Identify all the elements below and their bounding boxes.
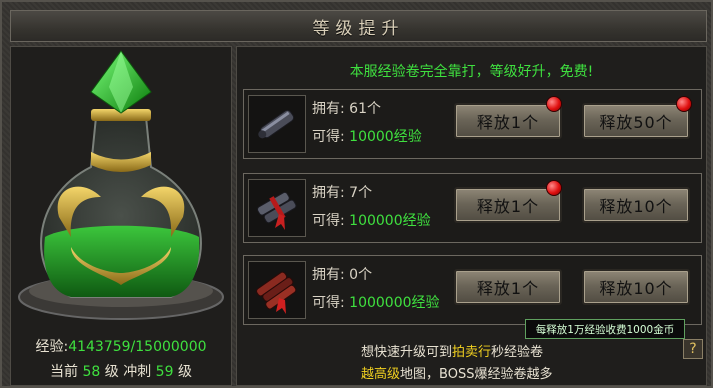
- gain-value: 10000经验: [349, 129, 422, 145]
- owned-label: 拥有:: [312, 267, 345, 283]
- window-title: 等级提升: [312, 18, 405, 39]
- scroll-red-icon: [256, 271, 297, 314]
- owned-line: 拥有: 7个: [312, 182, 372, 202]
- gain-label: 可得:: [312, 129, 345, 145]
- notification-dot-icon: [546, 180, 562, 196]
- gain-line: 可得: 1000000经验: [312, 292, 440, 312]
- exp-value: 4143759/15000000: [68, 339, 207, 355]
- owned-line: 拥有: 0个: [312, 264, 372, 284]
- exp-readout: 经验:4143759/15000000: [11, 336, 231, 356]
- title-bar: 等级提升: [10, 10, 707, 42]
- exp-bottle-image: [18, 50, 224, 320]
- current-label: 当前: [50, 364, 79, 380]
- current-level: 58: [82, 364, 101, 380]
- owned-value: 61个: [349, 101, 381, 117]
- tip-text: 地图，BOSS爆经验卷越多: [400, 367, 553, 382]
- window-frame: 等级提升 经验:4143759/15000000 当前 58 级 冲刺 59 级…: [0, 0, 713, 388]
- gain-line: 可得: 10000经验: [312, 126, 422, 146]
- owned-line: 拥有: 61个: [312, 98, 381, 118]
- notification-dot-icon: [546, 96, 562, 112]
- level-readout: 当前 58 级 冲刺 59 级: [11, 361, 231, 381]
- tip-text: 想快速升级可到: [361, 345, 453, 360]
- gain-value: 100000经验: [349, 213, 431, 229]
- gain-label: 可得:: [312, 213, 345, 229]
- owned-label: 拥有:: [312, 101, 345, 117]
- auction-house-link[interactable]: 拍卖行: [452, 345, 491, 360]
- owned-value: 0个: [349, 267, 373, 283]
- right-panel: 本服经验卷完全靠打，等级好升，免费! 拥有: 61个 可得: 10000经验 释…: [236, 46, 707, 386]
- notification-dot-icon: [676, 96, 692, 112]
- sprint-level: 59: [155, 364, 174, 380]
- help-button[interactable]: ?: [683, 339, 703, 359]
- headline: 本服经验卷完全靠打，等级好升，免费!: [349, 64, 594, 80]
- release-1-button[interactable]: 释放1个: [454, 103, 562, 139]
- release-1-button[interactable]: 释放1个: [454, 187, 562, 223]
- scroll-bundle-icon: [257, 191, 297, 230]
- left-panel: 经验:4143759/15000000 当前 58 级 冲刺 59 级: [10, 46, 232, 386]
- higher-level-text: 越高级: [361, 367, 401, 382]
- gain-label: 可得:: [312, 295, 345, 311]
- sprint-label: 冲刺: [123, 364, 152, 380]
- scroll-row-3: 拥有: 0个 可得: 1000000经验 释放1个 释放10个: [243, 255, 702, 325]
- item-slot[interactable]: [248, 261, 306, 319]
- release-10-button[interactable]: 释放10个: [582, 269, 690, 305]
- owned-value: 7个: [349, 185, 373, 201]
- release-10-button[interactable]: 释放10个: [582, 187, 690, 223]
- tip-text: 秒经验卷: [491, 345, 544, 360]
- scroll-row-2: 拥有: 7个 可得: 100000经验 释放1个 释放10个: [243, 173, 702, 243]
- current-level-unit: 级: [104, 364, 119, 380]
- gain-value: 1000000经验: [349, 295, 440, 311]
- item-slot[interactable]: [248, 179, 306, 237]
- tip-boss: 越高级地图，BOSS爆经验卷越多: [361, 363, 552, 382]
- exp-label: 经验:: [35, 339, 69, 355]
- scroll-dark-icon: [258, 109, 295, 139]
- release-1-button[interactable]: 释放1个: [454, 269, 562, 305]
- owned-label: 拥有:: [312, 185, 345, 201]
- item-slot[interactable]: [248, 95, 306, 153]
- fee-tooltip: 每释放1万经验收费1000金币: [525, 319, 685, 339]
- sprint-level-unit: 级: [177, 364, 192, 380]
- gain-line: 可得: 100000经验: [312, 210, 431, 230]
- release-50-button[interactable]: 释放50个: [582, 103, 690, 139]
- tip-auction: 想快速升级可到拍卖行秒经验卷: [361, 341, 543, 360]
- scroll-row-1: 拥有: 61个 可得: 10000经验 释放1个 释放50个: [243, 89, 702, 159]
